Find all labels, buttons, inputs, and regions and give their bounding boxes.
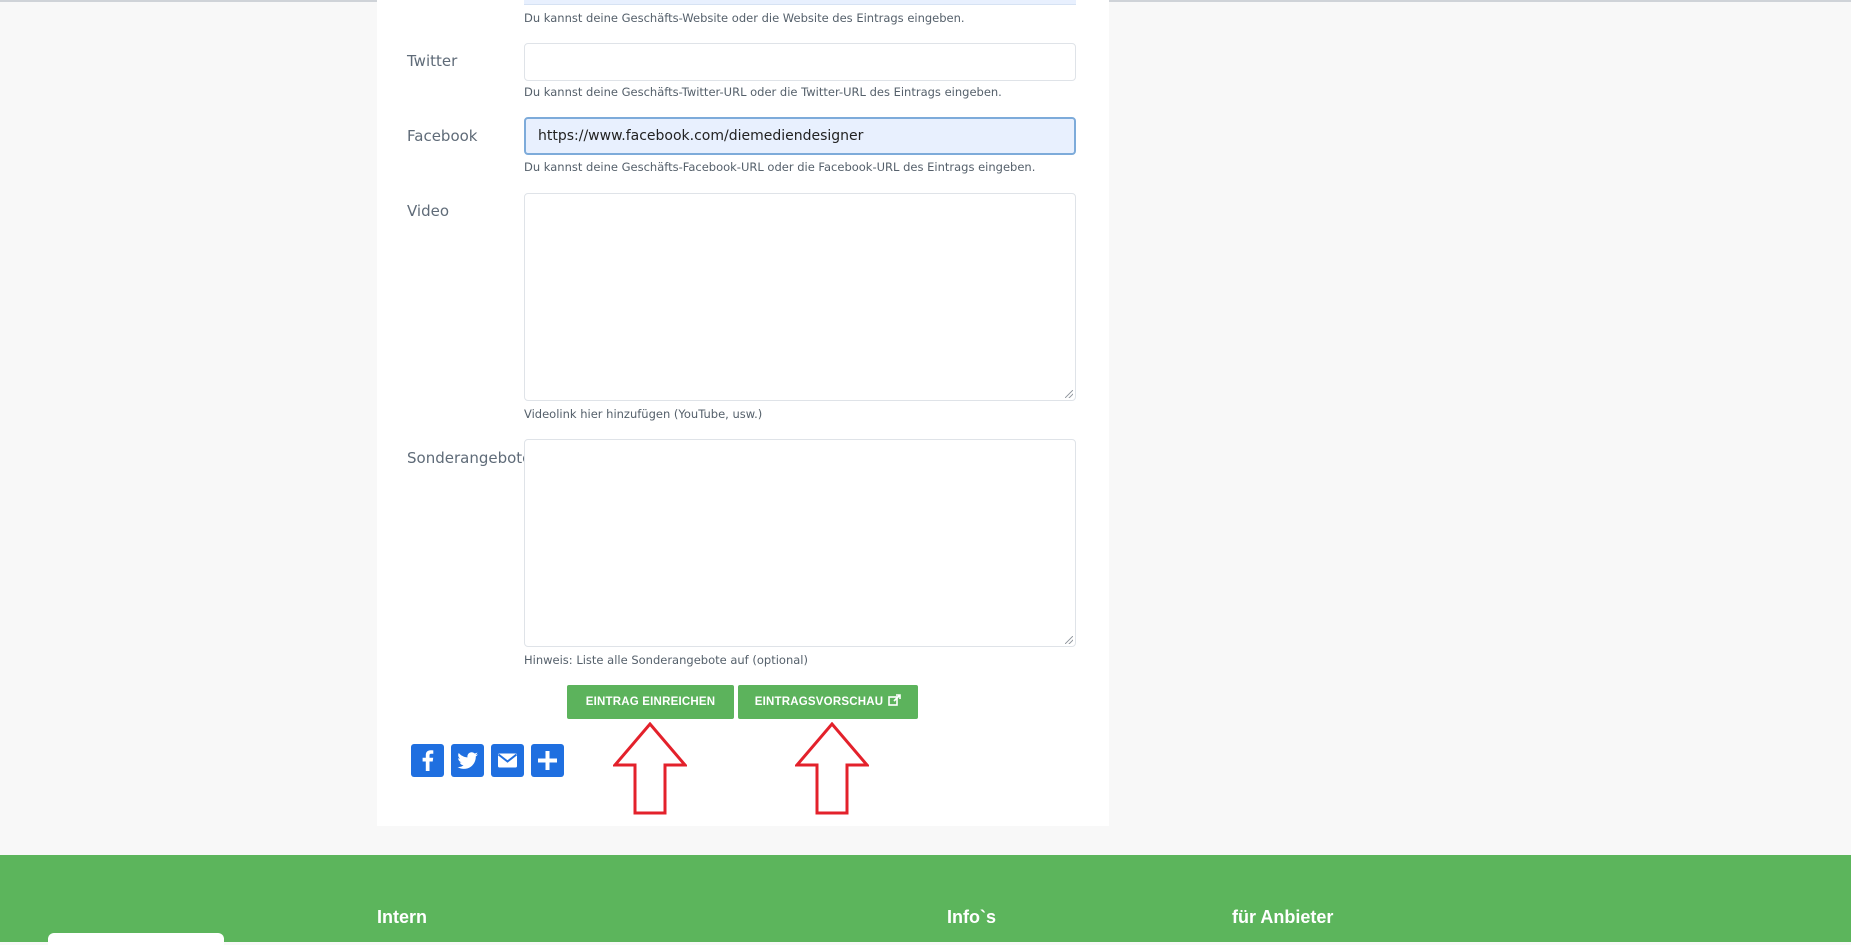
twitter-help-text: Du kannst deine Geschäfts-Twitter-URL od… <box>524 85 1002 99</box>
external-link-icon <box>888 694 902 710</box>
share-plus-icon[interactable] <box>531 744 564 777</box>
twitter-label: Twitter <box>407 52 458 70</box>
video-label: Video <box>407 202 450 220</box>
facebook-input[interactable]: https://www.facebook.com/diemediendesign… <box>524 117 1076 155</box>
up-arrow-annotation-icon <box>613 722 687 815</box>
submit-listing-button[interactable]: EINTRAG EINREICHEN <box>567 685 734 719</box>
resize-grip-icon[interactable] <box>1065 390 1073 398</box>
footer-heading-infos: Info`s <box>947 907 996 927</box>
twitter-input[interactable] <box>524 43 1076 81</box>
resize-grip-icon[interactable] <box>1065 636 1073 644</box>
website-input[interactable] <box>524 0 1076 5</box>
facebook-label: Facebook <box>407 127 478 145</box>
footer-heading-intern: Intern <box>377 907 428 927</box>
facebook-help-text: Du kannst deine Geschäfts-Facebook-URL o… <box>524 160 1036 174</box>
specials-label: Sonderangebote <box>407 449 532 467</box>
preview-listing-label: EINTRAGSVORSCHAU <box>754 696 884 708</box>
specials-help-text: Hinweis: Liste alle Sonderangebote auf (… <box>524 653 808 667</box>
twitter-share-icon[interactable] <box>451 744 484 777</box>
facebook-share-icon[interactable] <box>411 744 444 777</box>
preview-listing-button[interactable]: EINTRAGSVORSCHAU <box>738 685 918 719</box>
submit-listing-label: EINTRAG EINREICHEN <box>585 696 716 708</box>
email-share-icon[interactable] <box>491 744 524 777</box>
video-textarea[interactable] <box>524 193 1076 401</box>
footer-heading-anbieter: für Anbieter <box>1232 907 1334 927</box>
website-help-text: Du kannst deine Geschäfts-Website oder d… <box>524 11 965 25</box>
video-help-text: Videolink hier hinzufügen (YouTube, usw.… <box>524 407 763 421</box>
up-arrow-annotation-icon <box>795 722 869 815</box>
footer-widget <box>48 933 224 945</box>
site-footer: Intern Info`s für Anbieter <box>0 855 1851 945</box>
specials-textarea[interactable] <box>524 439 1076 647</box>
